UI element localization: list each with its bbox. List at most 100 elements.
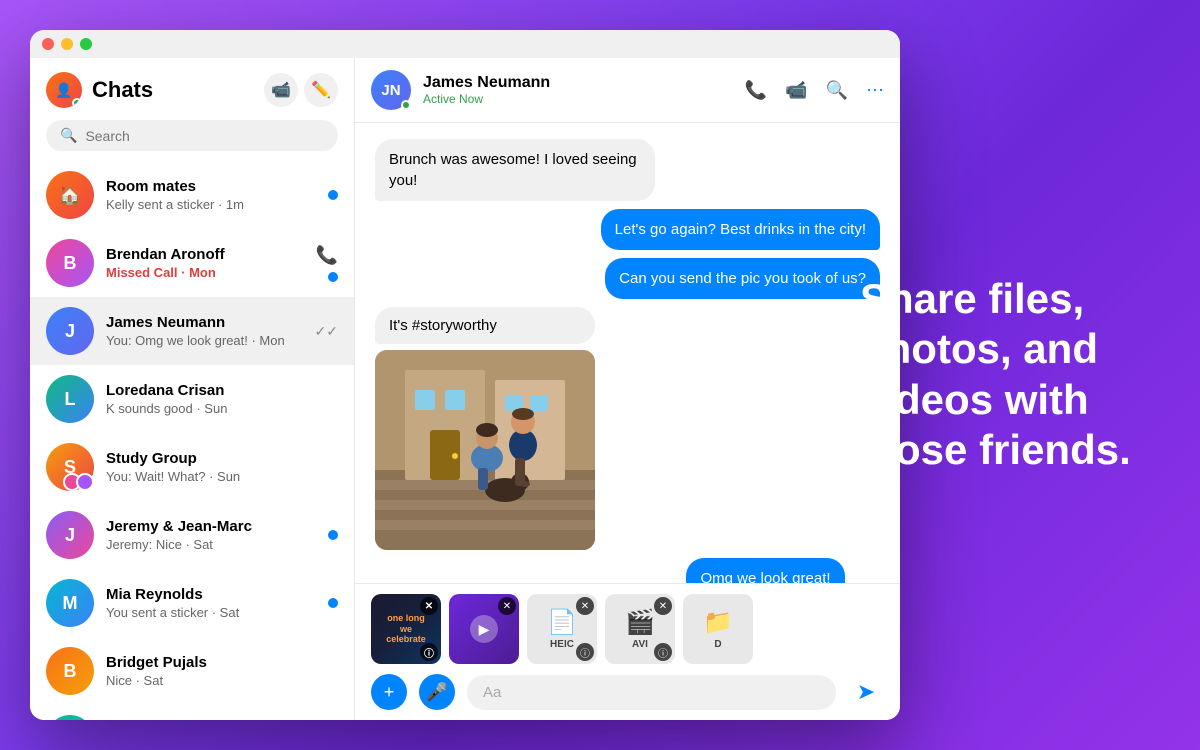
chat-item-karan[interactable]: K Karan & Brian Karan: Wanna get food? ·… <box>30 705 354 720</box>
chat-header: JN James Neumann Active Now 📞 📹 🔍 ⋯ <box>355 58 900 123</box>
minimize-window-button[interactable] <box>61 38 73 50</box>
voice-call-button[interactable]: 📞 <box>745 80 767 101</box>
file-label-heic: HEIC <box>550 639 574 650</box>
chat-info-loredana: Loredana Crisan K sounds good · Sun <box>106 382 326 416</box>
chat-item-james[interactable]: J James Neumann You: Omg we look great! … <box>30 297 354 365</box>
input-row: + 🎤 Aa ➤ <box>371 674 884 710</box>
active-chat-status: Active Now <box>423 92 733 106</box>
send-icon: ➤ <box>857 679 875 705</box>
chat-item-study-group[interactable]: S Study Group You: Wait! What? · Sun <box>30 433 354 501</box>
chat-meta-james: ✓✓ <box>315 323 338 340</box>
chat-item-jeremy[interactable]: J Jeremy & Jean-Marc Jeremy: Nice · Sat <box>30 501 354 569</box>
attachment-avi: 🎬 AVI ✕ ⓘ <box>605 594 675 664</box>
message-input-placeholder: Aa <box>483 684 501 701</box>
bubble-storyworthy: It's #storyworthy <box>375 307 595 344</box>
file-icon-avi: 🎬 <box>625 608 655 637</box>
user-avatar: 👤 <box>46 72 82 108</box>
photo-svg <box>375 350 595 550</box>
sidebar-header-icons: 📹 ✏️ <box>264 73 338 107</box>
search-input-wrap[interactable]: 🔍 <box>46 120 338 151</box>
read-check-james: ✓✓ <box>315 323 338 340</box>
chat-item-mia[interactable]: M Mia Reynolds You sent a sticker · Sat <box>30 569 354 637</box>
chat-name-brendan: Brendan Aronoff <box>106 246 304 263</box>
active-chat-online-dot <box>401 100 411 110</box>
chat-preview-brendan: Missed Call · Mon <box>106 265 304 280</box>
online-indicator <box>72 98 82 108</box>
chat-preview-bridget: Nice · Sat <box>106 673 326 688</box>
more-options-button[interactable]: ⋯ <box>866 80 884 101</box>
close-window-button[interactable] <box>42 38 54 50</box>
active-chat-info: James Neumann Active Now <box>423 74 733 106</box>
chat-meta-room-mates <box>328 190 338 200</box>
chat-info-jeremy: Jeremy & Jean-Marc Jeremy: Nice · Sat <box>106 518 316 552</box>
chat-avatar-loredana: L <box>46 375 94 423</box>
file-label-d: D <box>714 639 721 650</box>
chat-item-bridget[interactable]: B Bridget Pujals Nice · Sat <box>30 637 354 705</box>
attachment-sticker: one longwe celebrate ✕ ⓘ <box>371 594 441 664</box>
chat-info-room-mates: Room mates Kelly sent a sticker · 1m <box>106 178 316 212</box>
add-attachment-button[interactable]: + <box>371 674 407 710</box>
attachment-delete-2[interactable]: ✕ <box>498 597 516 615</box>
video-icon: 📹 <box>271 80 291 100</box>
chat-avatar-brendan: B <box>46 239 94 287</box>
sidebar-header: 👤 Chats 📹 ✏️ <box>30 58 354 116</box>
message-row-3: Can you send the pic you took of us? <box>375 258 880 299</box>
compose-button[interactable]: ✏️ <box>304 73 338 107</box>
promo-text: Share files, photos, and videos with clo… <box>860 274 1140 476</box>
video-new-button[interactable]: 📹 <box>264 73 298 107</box>
message-input[interactable]: Aa <box>467 675 836 710</box>
file-icon-heic: 📄 <box>547 608 577 637</box>
attachment-delete-4[interactable]: ✕ <box>654 597 672 615</box>
chat-item-room-mates[interactable]: 🏠 Room mates Kelly sent a sticker · 1m <box>30 161 354 229</box>
active-chat-avatar: JN <box>371 70 411 110</box>
message-row-4: It's #storyworthy <box>375 307 880 550</box>
chat-preview-room-mates: Kelly sent a sticker · 1m <box>106 197 316 212</box>
search-chat-button[interactable]: 🔍 <box>826 80 848 101</box>
active-chat-name: James Neumann <box>423 74 733 92</box>
chat-info-bridget: Bridget Pujals Nice · Sat <box>106 654 326 688</box>
search-input[interactable] <box>85 128 324 144</box>
chat-preview-mia: You sent a sticker · Sat <box>106 605 316 620</box>
file-label-avi: AVI <box>632 639 648 650</box>
title-bar <box>30 30 900 58</box>
messages-area: Brunch was awesome! I loved seeing you! … <box>355 123 900 583</box>
attachment-info-4[interactable]: ⓘ <box>654 643 672 661</box>
chat-list: 🏠 Room mates Kelly sent a sticker · 1m B… <box>30 161 354 720</box>
send-button[interactable]: ➤ <box>848 674 884 710</box>
input-area: one longwe celebrate ✕ ⓘ ▶ ✕ 📄 HEIC ✕ ⓘ … <box>355 583 900 720</box>
chat-item-brendan[interactable]: B Brendan Aronoff Missed Call · Mon 📞 <box>30 229 354 297</box>
mic-button[interactable]: 🎤 <box>419 674 455 710</box>
maximize-window-button[interactable] <box>80 38 92 50</box>
attachment-delete-1[interactable]: ✕ <box>420 597 438 615</box>
chat-preview-james: You: Omg we look great! · Mon <box>106 333 303 348</box>
bubble-3: Can you send the pic you took of us? <box>605 258 880 299</box>
chat-name-room-mates: Room mates <box>106 178 316 195</box>
attachment-delete-3[interactable]: ✕ <box>576 597 594 615</box>
chat-preview-loredana: K sounds good · Sun <box>106 401 326 416</box>
chat-name-jeremy: Jeremy & Jean-Marc <box>106 518 316 535</box>
attachment-video: ▶ ✕ <box>449 594 519 664</box>
message-row-6: Omg we look great! ✓✓ <box>375 558 880 583</box>
chat-item-loredana[interactable]: L Loredana Crisan K sounds good · Sun <box>30 365 354 433</box>
chat-info-james: James Neumann You: Omg we look great! · … <box>106 314 303 348</box>
chat-info-brendan: Brendan Aronoff Missed Call · Mon <box>106 246 304 280</box>
attachment-info-1[interactable]: ⓘ <box>420 643 438 661</box>
message-row-2: Let's go again? Best drinks in the city! <box>375 209 880 250</box>
attachment-heic: 📄 HEIC ✕ ⓘ <box>527 594 597 664</box>
play-button[interactable]: ▶ <box>470 615 498 643</box>
attachment-info-3[interactable]: ⓘ <box>576 643 594 661</box>
search-icon: 🔍 <box>60 127 77 144</box>
chat-avatar-study-group: S <box>46 443 94 491</box>
bubble-1: Brunch was awesome! I loved seeing you! <box>375 139 655 201</box>
file-icon-d: 📁 <box>703 608 733 637</box>
video-call-button[interactable]: 📹 <box>785 80 807 101</box>
bubble-2: Let's go again? Best drinks in the city! <box>601 209 880 250</box>
chat-avatar-room-mates: 🏠 <box>46 171 94 219</box>
chat-avatar-mia: M <box>46 579 94 627</box>
missed-call-icon: 📞 <box>316 245 338 266</box>
message-row-1: Brunch was awesome! I loved seeing you! <box>375 139 880 201</box>
shared-photo <box>375 350 595 550</box>
sidebar: 👤 Chats 📹 ✏️ 🔍 � <box>30 58 355 720</box>
compose-icon: ✏️ <box>311 80 331 100</box>
unread-dot-brendan <box>328 272 338 282</box>
